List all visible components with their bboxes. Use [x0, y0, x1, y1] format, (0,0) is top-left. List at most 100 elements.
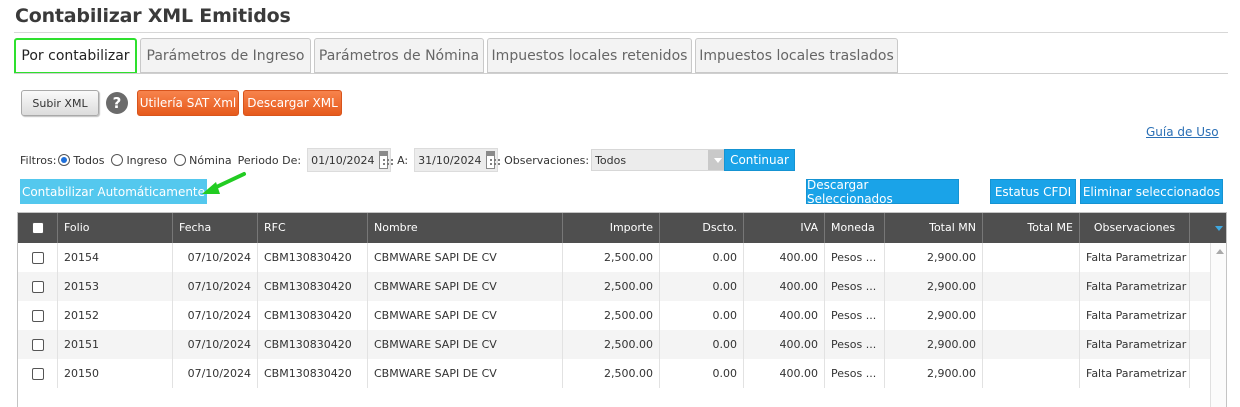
cell-dscto: 0.00 — [660, 272, 744, 301]
cell-importe: 2,500.00 — [563, 301, 660, 330]
tab-impuestos-trasladados[interactable]: Impuestos locales traslados — [695, 38, 898, 73]
cell-dscto: 0.00 — [660, 330, 744, 359]
cell-total-me — [983, 301, 1080, 330]
col-total-mn[interactable]: Total MN — [885, 213, 983, 243]
row-checkbox-cell — [18, 301, 58, 330]
cell-dscto: 0.00 — [660, 243, 744, 272]
user-guide-link[interactable]: Guía de Uso — [1146, 125, 1219, 139]
col-moneda[interactable]: Moneda — [825, 213, 885, 243]
download-xml-button[interactable]: Descargar XML — [243, 90, 342, 116]
cell-folio: 20154 — [58, 243, 173, 272]
cell-total-me — [983, 243, 1080, 272]
cell-importe: 2,500.00 — [563, 330, 660, 359]
table-row[interactable]: 20154 07/10/2024 CBM130830420 CBMWARE SAPI … — [18, 243, 1210, 272]
radio-ingreso[interactable] — [111, 154, 124, 166]
to-label: A: — [397, 153, 409, 167]
tab-por-contabilizar[interactable]: Por contabilizar — [14, 38, 137, 74]
filters-label: Filtros: — [20, 153, 57, 167]
cell-nombre: CBMWARE SAPI DE CV — [368, 359, 563, 388]
table-row[interactable]: 20152 07/10/2024 CBM130830420 CBMWARE SAPI … — [18, 301, 1210, 330]
col-observaciones[interactable]: Observaciones — [1080, 213, 1190, 243]
row-checkbox-cell — [18, 359, 58, 388]
cell-rfc: CBM130830420 — [258, 243, 368, 272]
page-title: Contabilizar XML Emitidos — [15, 5, 291, 27]
cell-fecha: 07/10/2024 — [173, 301, 258, 330]
arrow-icon — [202, 172, 246, 194]
cell-importe: 2,500.00 — [563, 243, 660, 272]
cell-nombre: CBMWARE SAPI DE CV — [368, 272, 563, 301]
col-folio[interactable]: Folio — [58, 213, 173, 243]
table-row[interactable]: 20151 07/10/2024 CBM130830420 CBMWARE SAPI … — [18, 330, 1210, 359]
upload-xml-button[interactable]: Subir XML — [21, 90, 99, 116]
delete-selected-button[interactable]: Eliminar seleccionados — [1080, 179, 1223, 204]
cell-moneda: Pesos ... — [825, 301, 885, 330]
col-rfc[interactable]: RFC — [258, 213, 368, 243]
sat-utility-button[interactable]: Utilería SAT Xml — [137, 90, 239, 116]
filter-bar: Filtros: Todos Ingreso Nómina Periodo De… — [20, 148, 730, 172]
radio-ingreso-label: Ingreso — [126, 153, 168, 167]
row-checkbox[interactable] — [31, 368, 44, 380]
cell-folio: 20152 — [58, 301, 173, 330]
cell-rfc: CBM130830420 — [258, 272, 368, 301]
date-to-value: 31/10/2024 — [418, 153, 482, 167]
tab-parametros-nomina[interactable]: Parámetros de Nómina — [314, 38, 484, 73]
row-checkbox[interactable] — [31, 281, 44, 293]
col-nombre[interactable]: Nombre — [368, 213, 563, 243]
cell-total-mn: 2,900.00 — [885, 243, 983, 272]
cell-fecha: 07/10/2024 — [173, 359, 258, 388]
observations-value: Todos — [595, 153, 627, 167]
continue-button[interactable]: Continuar — [724, 149, 795, 171]
observations-label: Observaciones: — [504, 153, 590, 167]
help-icon[interactable]: ? — [106, 92, 128, 114]
date-from-field[interactable]: 01/10/2024 — [307, 148, 393, 172]
cell-total-mn: 2,900.00 — [885, 272, 983, 301]
row-checkbox-cell — [18, 243, 58, 272]
sort-icon[interactable] — [1210, 213, 1226, 243]
cell-observaciones: Falta Parametrizar — [1080, 272, 1190, 301]
col-fecha[interactable]: Fecha — [173, 213, 258, 243]
cell-total-me — [983, 359, 1080, 388]
cell-dscto: 0.00 — [660, 301, 744, 330]
cell-total-mn: 2,900.00 — [885, 330, 983, 359]
radio-todos[interactable] — [58, 154, 71, 166]
cell-nombre: CBMWARE SAPI DE CV — [368, 243, 563, 272]
col-dscto[interactable]: Dscto. — [660, 213, 744, 243]
col-importe[interactable]: Importe — [563, 213, 660, 243]
cell-moneda: Pesos ... — [825, 359, 885, 388]
cell-rfc: CBM130830420 — [258, 301, 368, 330]
cell-rfc: CBM130830420 — [258, 359, 368, 388]
cell-fecha: 07/10/2024 — [173, 243, 258, 272]
radio-todos-label: Todos — [73, 153, 105, 167]
observations-select[interactable]: Todos — [591, 149, 730, 171]
row-checkbox[interactable] — [31, 339, 44, 351]
col-total-me[interactable]: Total ME — [983, 213, 1080, 243]
row-checkbox[interactable] — [31, 310, 44, 322]
auto-post-button[interactable]: Contabilizar Automáticamente — [20, 179, 207, 204]
vertical-scrollbar[interactable] — [1210, 243, 1226, 407]
row-checkbox[interactable] — [31, 252, 44, 264]
calendar-icon[interactable] — [378, 151, 393, 169]
calendar-icon[interactable] — [485, 151, 500, 169]
tab-impuestos-retenidos[interactable]: Impuestos locales retenidos — [487, 38, 692, 73]
cell-observaciones: Falta Parametrizar — [1080, 243, 1190, 272]
grid-header: Folio Fecha RFC Nombre Importe Dscto. IV… — [18, 213, 1226, 243]
cfdi-status-button[interactable]: Estatus CFDI — [990, 179, 1076, 204]
tab-bar: Por contabilizar Parámetros de Ingreso P… — [14, 38, 901, 74]
cell-moneda: Pesos ... — [825, 272, 885, 301]
select-all-cell — [18, 213, 58, 243]
cell-nombre: CBMWARE SAPI DE CV — [368, 330, 563, 359]
cell-nombre: CBMWARE SAPI DE CV — [368, 301, 563, 330]
download-selected-button[interactable]: Descargar Seleccionados — [806, 178, 959, 206]
cell-iva: 400.00 — [744, 330, 825, 359]
radio-nomina[interactable] — [174, 154, 187, 166]
tab-parametros-ingreso[interactable]: Parámetros de Ingreso — [140, 38, 311, 73]
table-row[interactable]: 20150 07/10/2024 CBM130830420 CBMWARE SAPI … — [18, 359, 1210, 388]
cell-iva: 400.00 — [744, 243, 825, 272]
select-all-checkbox[interactable] — [31, 222, 44, 234]
cell-total-mn: 2,900.00 — [885, 301, 983, 330]
table-row[interactable]: 20153 07/10/2024 CBM130830420 CBMWARE SAPI … — [18, 272, 1210, 301]
cell-observaciones: Falta Parametrizar — [1080, 330, 1190, 359]
date-to-field[interactable]: 31/10/2024 — [414, 148, 500, 172]
scroll-up-icon[interactable] — [1216, 249, 1224, 254]
col-iva[interactable]: IVA — [744, 213, 825, 243]
